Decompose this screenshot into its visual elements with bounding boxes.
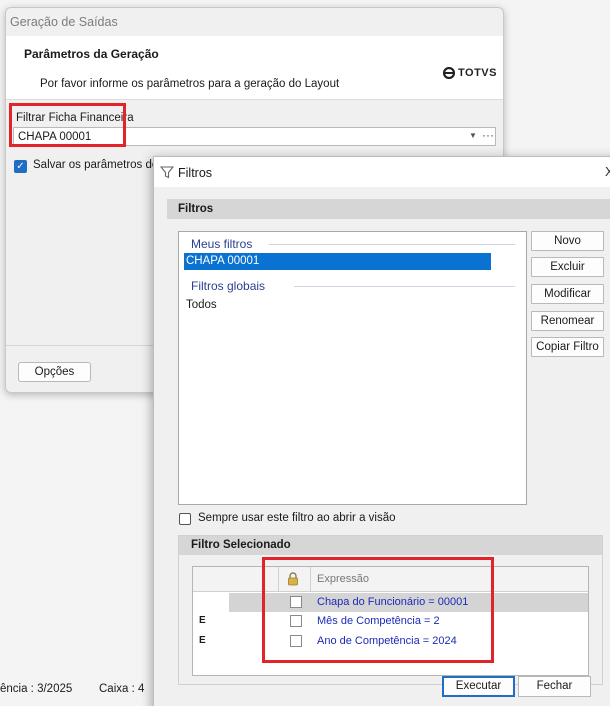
header-panel: Parâmetros da Geração Por favor informe … [6, 36, 503, 100]
sempre-usar-checkbox[interactable] [179, 513, 191, 525]
close-icon[interactable]: X [605, 164, 610, 179]
totvs-logo-icon [443, 67, 455, 79]
modificar-button[interactable]: Modificar [531, 284, 604, 304]
copiar-filtro-button[interactable]: Copiar Filtro [531, 337, 604, 357]
status-caixa: Caixa : 4 [99, 683, 145, 695]
group-divider [294, 286, 515, 287]
filter-list[interactable]: Meus filtros CHAPA 00001 Filtros globais… [178, 231, 527, 505]
page-title: Parâmetros da Geração [24, 47, 159, 61]
highlight-box-filtro [9, 103, 126, 147]
executar-button[interactable]: Executar [442, 676, 515, 697]
filtro-selecionado-header: Filtro Selecionado [179, 536, 602, 555]
status-bar: ência : 3/2025 Caixa : 4 [0, 680, 160, 700]
meus-filtros-group-label: Meus filtros [191, 237, 253, 251]
group-divider [269, 244, 515, 245]
window-title: Geração de Saídas [10, 15, 118, 29]
row-marker: E [199, 635, 206, 646]
page-subtitle: Por favor informe os parâmetros para a g… [40, 78, 340, 90]
dialog-titlebar: Filtros X [154, 157, 610, 187]
fechar-button[interactable]: Fechar [518, 676, 591, 697]
chevron-down-icon[interactable]: ▼ [469, 131, 477, 140]
opcoes-button[interactable]: Opções [18, 362, 91, 382]
highlight-box-expressions [262, 557, 494, 663]
filtros-globais-group-label: Filtros globais [191, 279, 266, 293]
logo-text: TOTVS [458, 67, 497, 79]
status-competencia: ência : 3/2025 [0, 683, 73, 695]
excluir-button[interactable]: Excluir [531, 257, 604, 277]
sempre-usar-label: Sempre usar este filtro ao abrir a visão [198, 512, 396, 524]
salvar-parametros-checkbox[interactable]: ✓ [14, 160, 27, 173]
salvar-parametros-label: Salvar os parâmetros de g [33, 159, 153, 171]
totvs-logo: TOTVS [443, 67, 497, 79]
list-item-todos[interactable]: Todos [186, 299, 217, 311]
renomear-button[interactable]: Renomear [531, 311, 604, 331]
ellipsis-icon[interactable]: ··· [482, 128, 494, 142]
novo-button[interactable]: Novo [531, 231, 604, 251]
dialog-title: Filtros [178, 166, 213, 180]
list-item-chapa-00001[interactable]: CHAPA 00001 [184, 253, 491, 270]
row-marker: E [199, 615, 206, 626]
funnel-icon [160, 166, 174, 179]
filtros-section-header: Filtros [167, 199, 610, 219]
